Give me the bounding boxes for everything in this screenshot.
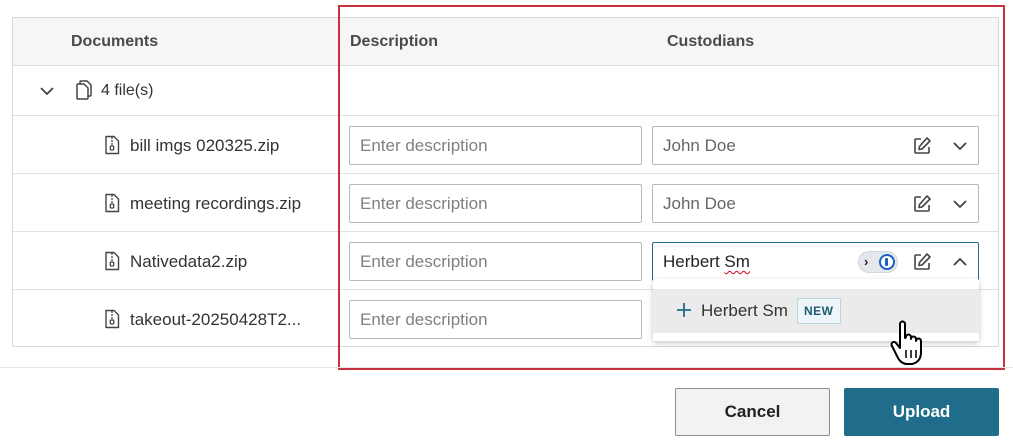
custodian-typed-value: Herbert Sm bbox=[663, 252, 750, 272]
custodian-value: John Doe bbox=[663, 136, 736, 155]
plus-icon bbox=[675, 301, 693, 324]
password-manager-icon[interactable]: › bbox=[858, 251, 898, 273]
files-icon bbox=[75, 80, 93, 105]
zip-file-icon bbox=[104, 193, 120, 218]
documents-column-header: Documents bbox=[71, 33, 159, 50]
custodians-column-header: Custodians bbox=[667, 33, 755, 50]
zip-file-icon bbox=[104, 251, 120, 276]
table-header: Documents Description Custodians bbox=[13, 18, 998, 66]
custodian-first-name: Herbert bbox=[663, 252, 720, 271]
edit-icon[interactable] bbox=[912, 194, 932, 219]
file-name: bill imgs 020325.zip bbox=[130, 136, 280, 155]
table-row: bill imgs 020325.zip John Doe bbox=[13, 116, 998, 174]
description-input[interactable] bbox=[349, 184, 642, 223]
file-name: takeout-20250428T2... bbox=[130, 310, 302, 329]
chevron-down-icon[interactable] bbox=[952, 138, 968, 159]
file-group-row: 4 file(s) bbox=[13, 66, 998, 116]
table-row: meeting recordings.zip John Doe bbox=[13, 174, 998, 232]
file-name: Nativedata2.zip bbox=[130, 252, 248, 271]
new-custodian-name: Herbert Sm bbox=[701, 301, 788, 320]
custodian-select[interactable]: John Doe bbox=[652, 184, 979, 223]
chevron-down-icon[interactable] bbox=[39, 83, 55, 99]
edit-icon[interactable] bbox=[912, 136, 932, 161]
chevron-up-icon[interactable] bbox=[952, 254, 968, 275]
chevron-down-icon[interactable] bbox=[952, 196, 968, 217]
custodian-dropdown: Herbert Sm NEW bbox=[653, 279, 979, 341]
file-count-label: 4 file(s) bbox=[101, 82, 154, 99]
custodian-misspelled-text: Sm bbox=[724, 252, 750, 271]
description-input[interactable] bbox=[349, 300, 642, 339]
description-column-header: Description bbox=[350, 33, 439, 50]
new-badge: NEW bbox=[797, 298, 841, 324]
cancel-button[interactable]: Cancel bbox=[675, 388, 830, 436]
password-manager-arrow: › bbox=[864, 254, 869, 269]
password-manager-logo-icon bbox=[879, 254, 895, 270]
add-new-custodian-option[interactable]: Herbert Sm NEW bbox=[653, 289, 979, 333]
description-input[interactable] bbox=[349, 242, 642, 281]
hand-cursor-icon bbox=[890, 320, 926, 371]
description-input[interactable] bbox=[349, 126, 642, 165]
custodian-select[interactable]: John Doe bbox=[652, 126, 979, 165]
edit-icon[interactable] bbox=[912, 252, 932, 277]
footer-divider bbox=[0, 367, 1013, 368]
upload-button[interactable]: Upload bbox=[844, 388, 999, 436]
custodian-value: John Doe bbox=[663, 194, 736, 213]
zip-file-icon bbox=[104, 135, 120, 160]
file-name: meeting recordings.zip bbox=[130, 194, 302, 213]
zip-file-icon bbox=[104, 309, 120, 334]
custodian-search-input[interactable]: Herbert Sm › bbox=[652, 242, 979, 281]
